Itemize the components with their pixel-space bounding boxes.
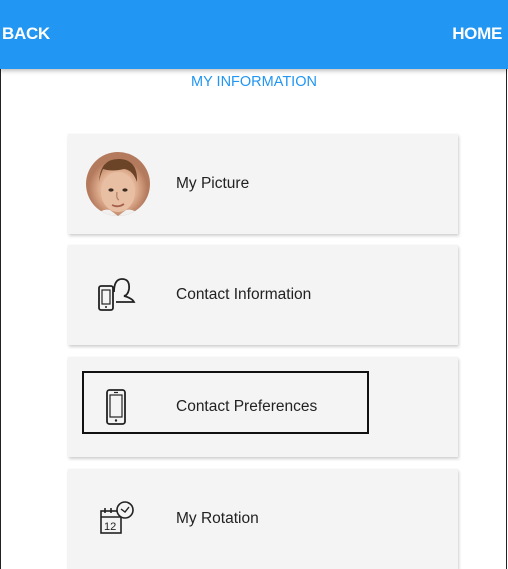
phone-person-icon: [84, 263, 148, 327]
home-button[interactable]: HOME: [452, 24, 502, 44]
menu-item-contact-preferences[interactable]: Contact Preferences: [68, 357, 458, 457]
menu-item-label: Contact Preferences: [176, 398, 318, 415]
page-title: MY INFORMATION: [191, 74, 317, 90]
menu-item-label: My Picture: [176, 175, 250, 192]
avatar: [86, 152, 150, 216]
menu-item-label: My Rotation: [176, 510, 259, 527]
back-button[interactable]: BACK: [2, 24, 50, 44]
menu-item-my-rotation[interactable]: 12 My Rotation: [68, 469, 458, 569]
menu-item-label: Contact Information: [176, 286, 312, 303]
app-bar: BACK HOME: [0, 0, 508, 69]
mobile-phone-icon: [84, 375, 148, 439]
svg-text:12: 12: [104, 521, 116, 533]
calendar-clock-icon: 12: [84, 487, 148, 551]
menu-item-my-picture[interactable]: My Picture: [68, 134, 458, 234]
menu-item-contact-information[interactable]: Contact Information: [68, 245, 458, 345]
